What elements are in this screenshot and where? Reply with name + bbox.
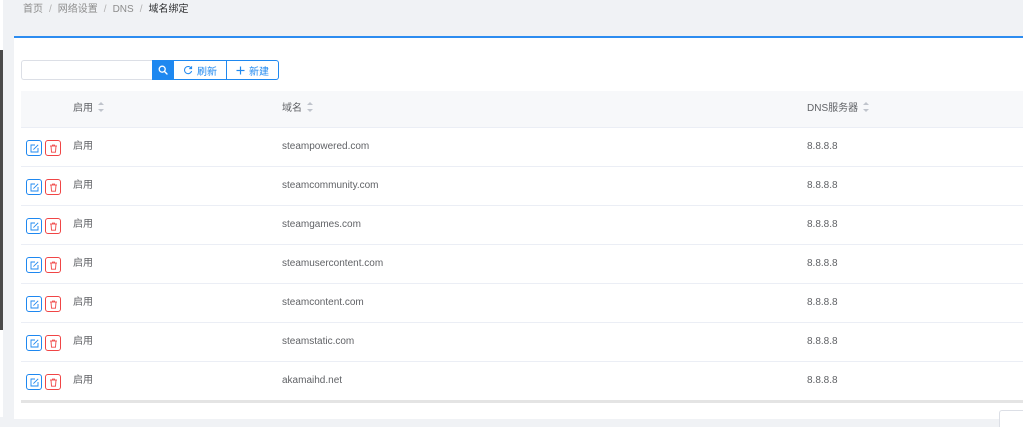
delete-icon <box>49 300 57 309</box>
cell-dns: 8.8.8.8 <box>807 297 838 308</box>
row-actions <box>26 140 61 156</box>
delete-icon <box>49 261 57 270</box>
column-header-domain[interactable]: 域名 <box>282 91 313 127</box>
cell-domain: steampowered.com <box>282 141 370 152</box>
row-actions <box>26 335 61 351</box>
edit-button[interactable] <box>26 140 42 156</box>
cell-enabled: 启用 <box>73 336 93 347</box>
table-row: 启用 akamaihd.net 8.8.8.8 <box>21 362 1023 403</box>
edit-button[interactable] <box>26 218 42 234</box>
edit-icon <box>30 377 39 386</box>
cell-dns: 8.8.8.8 <box>807 180 838 191</box>
cell-enabled: 启用 <box>73 180 93 191</box>
edit-icon <box>30 260 39 269</box>
cell-enabled: 启用 <box>73 219 93 230</box>
breadcrumb-separator: / <box>49 4 52 15</box>
table-body: 启用 steampowered.com 8.8.8.8 启用 steamcomm… <box>21 128 1023 403</box>
cell-dns: 8.8.8.8 <box>807 375 838 386</box>
new-label: 新建 <box>249 66 269 78</box>
table-row: 启用 steamgames.com 8.8.8.8 <box>21 206 1023 245</box>
edit-icon <box>30 182 39 191</box>
cell-domain: steamusercontent.com <box>282 258 384 269</box>
column-label-domain: 域名 <box>282 103 302 114</box>
delete-button[interactable] <box>45 335 61 351</box>
breadcrumb-item-current: 域名绑定 <box>148 4 189 15</box>
domain-table: 启用 域名 DNS服务器 启用 steampowered.com 8.8.8.8 <box>21 91 1023 403</box>
left-edge <box>0 0 3 417</box>
cell-domain: steamgames.com <box>282 219 361 230</box>
refresh-icon <box>184 66 193 75</box>
cell-domain: steamcommunity.com <box>282 180 379 191</box>
edit-button[interactable] <box>26 179 42 195</box>
edit-button[interactable] <box>26 257 42 273</box>
edit-button[interactable] <box>26 335 42 351</box>
new-button[interactable]: 新建 <box>227 60 279 80</box>
delete-icon <box>49 183 57 192</box>
delete-icon <box>49 144 57 153</box>
table-row: 启用 steampowered.com 8.8.8.8 <box>21 128 1023 167</box>
edit-icon <box>30 299 39 308</box>
breadcrumb-separator: / <box>139 4 143 15</box>
edit-button[interactable] <box>26 374 42 390</box>
breadcrumb-item-dns[interactable]: DNS <box>113 4 134 15</box>
column-label-enabled: 启用 <box>73 103 93 114</box>
delete-button[interactable] <box>45 374 61 390</box>
row-actions <box>26 374 61 390</box>
delete-button[interactable] <box>45 296 61 312</box>
sort-icon[interactable] <box>98 102 104 113</box>
table-row: 启用 steamcontent.com 8.8.8.8 <box>21 284 1023 323</box>
table-header: 启用 域名 DNS服务器 <box>21 91 1023 128</box>
row-actions <box>26 296 61 312</box>
breadcrumb-separator: / <box>103 4 107 15</box>
row-actions <box>26 218 61 234</box>
table-row: 启用 steamstatic.com 8.8.8.8 <box>21 323 1023 362</box>
cell-domain: akamaihd.net <box>282 375 343 386</box>
cell-enabled: 启用 <box>73 141 93 152</box>
edit-icon <box>30 221 39 230</box>
cell-domain: steamcontent.com <box>282 297 364 308</box>
row-actions <box>26 257 61 273</box>
delete-icon <box>49 222 57 231</box>
cell-enabled: 启用 <box>73 375 93 386</box>
edit-icon <box>30 338 39 347</box>
cell-dns: 8.8.8.8 <box>807 258 838 269</box>
cell-enabled: 启用 <box>73 258 93 269</box>
delete-button[interactable] <box>45 218 61 234</box>
pagination-button[interactable] <box>999 410 1023 427</box>
table-row: 启用 steamusercontent.com 8.8.8.8 <box>21 245 1023 284</box>
content-card: 刷新 新建 启用 域名 DNS服务器 启用 steampowered.com 8… <box>14 36 1023 427</box>
cell-dns: 8.8.8.8 <box>807 219 838 230</box>
search-icon <box>158 65 168 75</box>
search-input[interactable] <box>21 60 152 80</box>
sort-icon[interactable] <box>863 102 870 113</box>
column-header-dns[interactable]: DNS服务器 <box>807 91 870 127</box>
edit-icon <box>30 143 39 152</box>
table-row: 启用 steamcommunity.com 8.8.8.8 <box>21 167 1023 206</box>
cell-enabled: 启用 <box>73 297 93 308</box>
row-actions <box>26 179 61 195</box>
search-button[interactable] <box>152 60 174 80</box>
delete-icon <box>49 339 57 348</box>
refresh-button[interactable]: 刷新 <box>174 60 227 80</box>
left-edge-dark <box>0 50 3 330</box>
sort-icon[interactable] <box>307 102 313 113</box>
cell-dns: 8.8.8.8 <box>807 336 838 347</box>
delete-icon <box>49 378 57 387</box>
column-header-enabled[interactable]: 启用 <box>73 91 104 127</box>
breadcrumb-item-home[interactable]: 首页 <box>23 4 43 15</box>
delete-button[interactable] <box>45 140 61 156</box>
toolbar: 刷新 新建 <box>21 60 279 80</box>
cell-domain: steamstatic.com <box>282 336 355 347</box>
column-label-dns: DNS服务器 <box>807 103 859 114</box>
delete-button[interactable] <box>45 257 61 273</box>
edit-button[interactable] <box>26 296 42 312</box>
cell-dns: 8.8.8.8 <box>807 141 838 152</box>
breadcrumb-item-network[interactable]: 网络设置 <box>58 4 98 15</box>
breadcrumb: 首页 / 网络设置 / DNS / 域名绑定 <box>23 3 188 17</box>
plus-icon <box>236 66 245 74</box>
refresh-label: 刷新 <box>197 66 217 78</box>
delete-button[interactable] <box>45 179 61 195</box>
